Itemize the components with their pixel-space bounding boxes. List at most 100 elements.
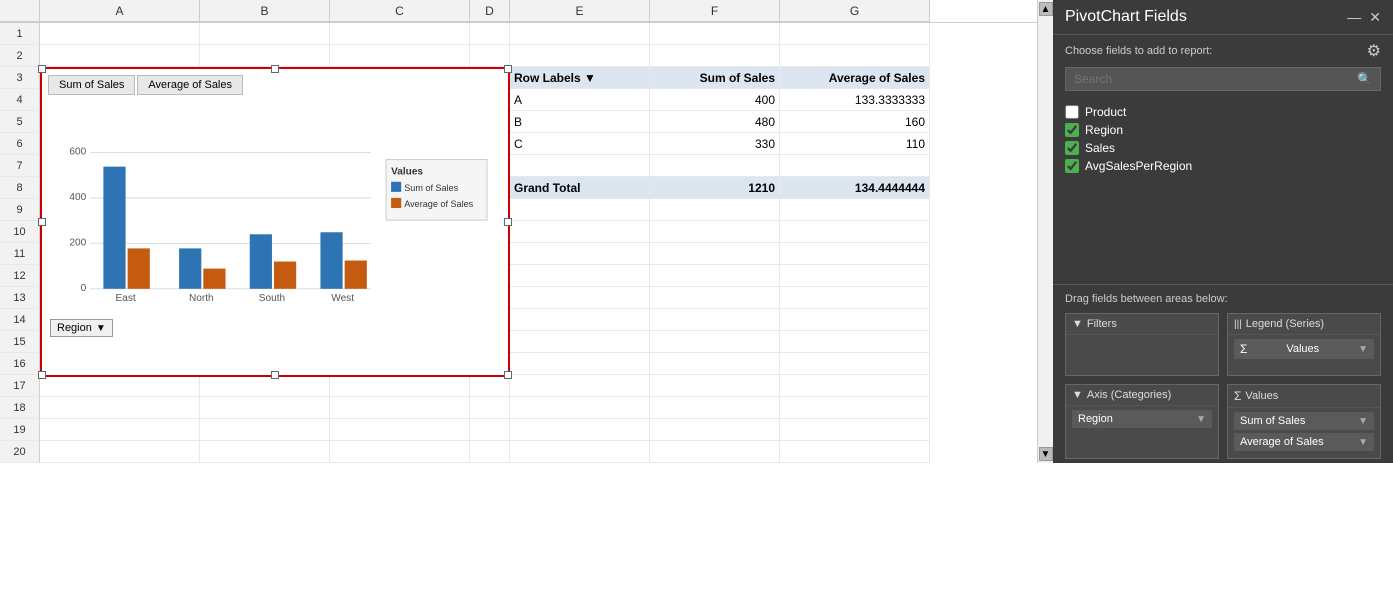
sigma-icon: Σ [1240, 342, 1247, 356]
legend-series-dropdown-icon[interactable]: ▼ [1358, 344, 1368, 355]
values-header: Σ Values [1228, 385, 1380, 408]
col-header-g: G [780, 0, 930, 22]
col-header-d: D [470, 0, 510, 22]
vertical-scrollbar[interactable]: ▲ ▼ [1037, 0, 1053, 463]
values-content: Sum of Sales ▼ Average of Sales ▼ [1228, 408, 1380, 458]
bar-east-sum [103, 167, 125, 289]
table-row: 20 [0, 441, 1037, 463]
field-item-sales: Sales [1065, 139, 1381, 157]
legend-series-icon: ||| [1234, 319, 1242, 330]
search-box[interactable]: 🔍 [1065, 67, 1381, 91]
axis-icon: ▼ [1072, 389, 1083, 401]
table-row: 1 [0, 23, 1037, 45]
resize-handle-br[interactable] [504, 371, 512, 379]
bar-north-avg [203, 269, 225, 289]
legend-series-item-label: Values [1286, 343, 1319, 355]
svg-text:East: East [116, 293, 136, 304]
field-checkbox-avgsalesperregion[interactable] [1065, 159, 1079, 173]
chart-tab-avg[interactable]: Average of Sales [137, 75, 243, 95]
dropdown-arrow-icon: ▼ [96, 323, 106, 334]
axis-region-dropdown-icon[interactable]: ▼ [1196, 414, 1206, 425]
avg-of-sales-dropdown-icon[interactable]: ▼ [1358, 437, 1368, 448]
chart-bottom: Region ▼ [42, 315, 508, 341]
field-label-sales: Sales [1085, 141, 1115, 155]
table-row: 17 [0, 375, 1037, 397]
panel-title: PivotChart Fields [1065, 8, 1187, 26]
spreadsheet: A B C D E F G 1 2 [0, 0, 1037, 463]
resize-handle-tr[interactable] [504, 65, 512, 73]
col-header-b: B [200, 0, 330, 22]
region-dropdown[interactable]: Region ▼ [50, 319, 113, 337]
panel-header: PivotChart Fields — ✕ [1053, 0, 1393, 35]
values-area: Σ Values Sum of Sales ▼ Average of Sales… [1227, 384, 1381, 459]
column-headers: A B C D E F G [0, 0, 1037, 23]
axis-item-region[interactable]: Region ▼ [1072, 410, 1212, 428]
axis-region-label: Region [1078, 413, 1113, 425]
bar-north-sum [179, 248, 201, 288]
field-checkbox-product[interactable] [1065, 105, 1079, 119]
bar-west-avg [345, 261, 367, 289]
filter-icon: ▼ [1072, 318, 1083, 330]
chart-tab-sum[interactable]: Sum of Sales [48, 75, 135, 95]
axis-categories-area: ▼ Axis (Categories) Region ▼ [1065, 384, 1219, 459]
panel-subtitle: Choose fields to add to report: [1065, 45, 1212, 57]
drag-drop-area [1053, 179, 1393, 284]
table-row: 19 [0, 419, 1037, 441]
bar-south-avg [274, 262, 296, 289]
resize-handle-bl[interactable] [38, 371, 46, 379]
resize-handle-tm[interactable] [271, 65, 279, 73]
svg-text:North: North [189, 293, 214, 304]
svg-text:Sum of Sales: Sum of Sales [404, 183, 458, 193]
values-label: Values [1245, 390, 1278, 402]
panel-header-icons: — ✕ [1347, 9, 1381, 26]
svg-text:Values: Values [391, 167, 423, 178]
minimize-icon[interactable]: — [1347, 9, 1361, 26]
filters-content [1066, 335, 1218, 375]
bar-south-sum [250, 234, 272, 289]
table-row: 2 [0, 45, 1037, 67]
field-label-avgsalesperregion: AvgSalesPerRegion [1085, 159, 1192, 173]
legend-series-item-values[interactable]: Σ Values ▼ [1234, 339, 1374, 359]
svg-text:West: West [331, 293, 354, 304]
avg-of-sales-label: Average of Sales [1240, 436, 1324, 448]
bar-east-avg [128, 248, 150, 288]
scroll-down-button[interactable]: ▼ [1039, 447, 1053, 461]
legend-series-area: ||| Legend (Series) Σ Values ▼ [1227, 313, 1381, 376]
col-header-c: C [330, 0, 470, 22]
areas-section-label: Drag fields between areas below: [1053, 284, 1393, 309]
svg-text:South: South [259, 293, 285, 304]
corner-cell [0, 0, 40, 22]
search-input[interactable] [1074, 72, 1357, 86]
panel-subtitle-row: Choose fields to add to report: ⚙ [1053, 35, 1393, 63]
legend-series-label: Legend (Series) [1246, 318, 1324, 330]
field-label-region: Region [1085, 123, 1123, 137]
field-item-region: Region [1065, 121, 1381, 139]
col-header-e: E [510, 0, 650, 22]
svg-text:600: 600 [69, 147, 86, 158]
resize-handle-bm[interactable] [271, 371, 279, 379]
values-item-sum-of-sales[interactable]: Sum of Sales ▼ [1234, 412, 1374, 430]
svg-text:400: 400 [69, 192, 86, 203]
table-row: 18 [0, 397, 1037, 419]
settings-icon[interactable]: ⚙ [1367, 41, 1381, 61]
values-sigma-icon: Σ [1234, 389, 1241, 403]
values-item-avg-of-sales[interactable]: Average of Sales ▼ [1234, 433, 1374, 451]
pivot-chart[interactable]: Sum of Sales Average of Sales 0 200 400 … [40, 67, 510, 377]
close-icon[interactable]: ✕ [1369, 9, 1381, 26]
filters-header: ▼ Filters [1066, 314, 1218, 335]
svg-text:0: 0 [81, 283, 87, 294]
axis-categories-header: ▼ Axis (Categories) [1066, 385, 1218, 406]
sum-of-sales-dropdown-icon[interactable]: ▼ [1358, 416, 1368, 427]
resize-handle-tl[interactable] [38, 65, 46, 73]
region-label: Region [57, 322, 92, 334]
search-icon: 🔍 [1357, 72, 1372, 86]
scroll-up-button[interactable]: ▲ [1039, 2, 1053, 16]
legend-series-header: ||| Legend (Series) [1228, 314, 1380, 335]
pivot-chart-fields-panel: PivotChart Fields — ✕ Choose fields to a… [1053, 0, 1393, 463]
bar-west-sum [320, 232, 342, 289]
chart-svg: 0 200 400 600 [50, 99, 500, 311]
field-checkbox-sales[interactable] [1065, 141, 1079, 155]
field-list: Product Region Sales AvgSalesPerRegion [1053, 99, 1393, 179]
field-checkbox-region[interactable] [1065, 123, 1079, 137]
axis-categories-content: Region ▼ [1066, 406, 1218, 435]
